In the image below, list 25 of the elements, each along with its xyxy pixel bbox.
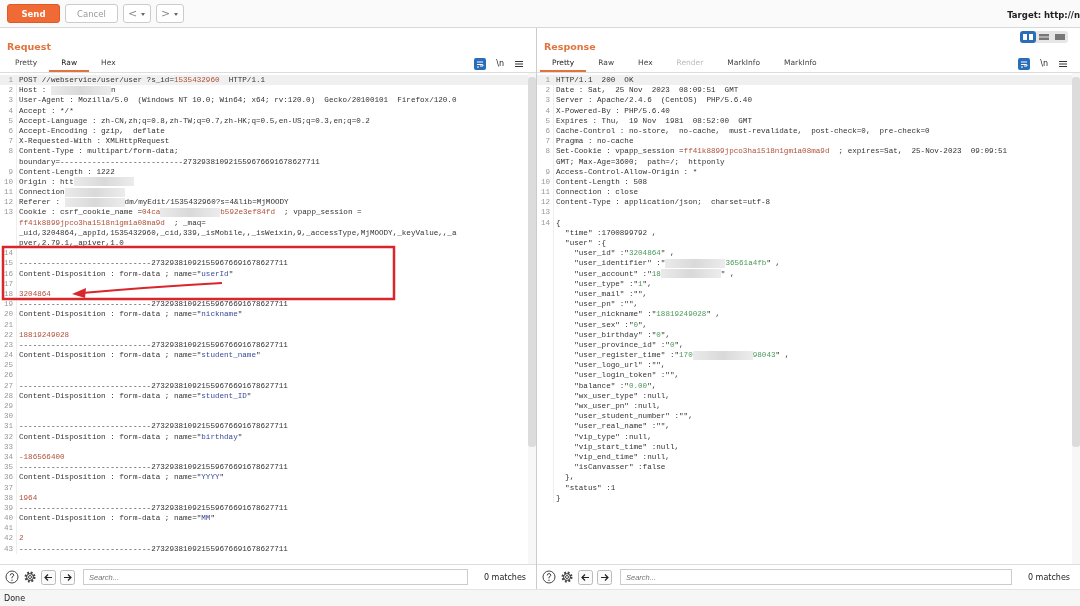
wrap-icon[interactable] [474,57,487,70]
layout-icon[interactable] [1020,31,1036,43]
scrollbar-thumb[interactable] [1072,77,1080,447]
settings-icon[interactable] [23,570,37,584]
match-count: 0 matches [483,572,526,582]
status-text: Done [4,593,26,603]
match-count: 0 matches [1027,572,1070,582]
layout-icon[interactable] [1052,31,1068,43]
target-label: Target: http://n [1007,8,1080,20]
help-icon[interactable] [5,570,19,584]
settings-icon[interactable] [560,570,574,584]
forward-button[interactable]: > [156,4,184,23]
panel-title: Request [7,41,51,54]
wrap-icon[interactable] [1018,57,1031,70]
layout-icon[interactable] [1036,31,1052,43]
menu-icon[interactable] [514,58,524,69]
newline-toggle[interactable]: \n [494,55,506,72]
caret-icon [140,10,147,17]
panel-title: Response [544,41,596,54]
caret-icon [173,10,180,17]
help-icon[interactable] [542,570,556,584]
scrollbar-thumb[interactable] [528,77,536,447]
menu-icon[interactable] [1058,58,1068,69]
back-button[interactable]: < [123,4,151,23]
newline-toggle[interactable]: \n [1038,55,1050,72]
